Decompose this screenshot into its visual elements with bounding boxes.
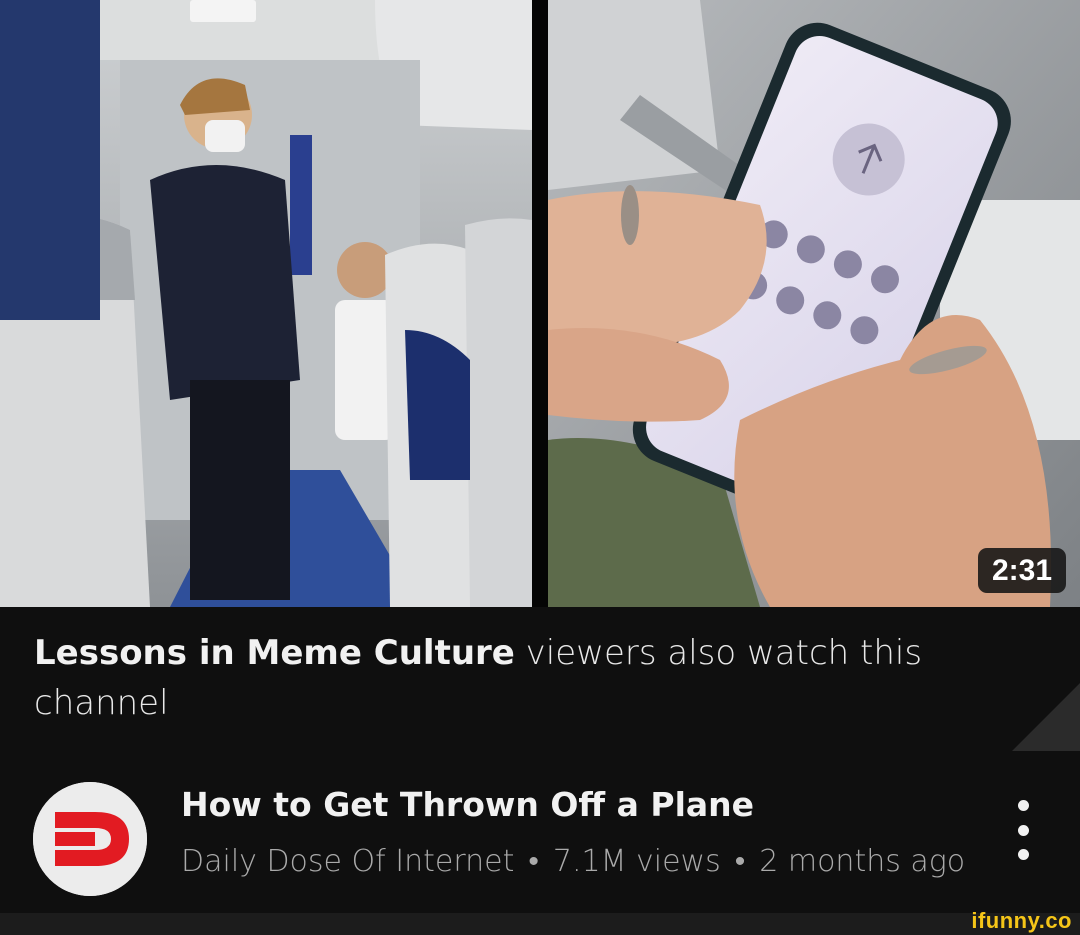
menu-dot (1017, 824, 1029, 836)
video-upload-age: 2 months ago (759, 844, 966, 879)
corner-fold-decoration (1012, 683, 1080, 751)
meta-separator: • (528, 844, 539, 879)
video-duration-badge: 2:31 (977, 548, 1066, 593)
menu-dot (1017, 800, 1029, 811)
video-view-count: 7.1M views (552, 844, 721, 879)
video-channel-name[interactable]: Daily Dose Of Internet (181, 844, 514, 879)
cabin-aisle-scene (0, 0, 532, 607)
meta-separator: • (734, 844, 746, 879)
recommended-channel-name[interactable]: Lessons in Meme Culture (34, 633, 515, 673)
watermark-bar: ifunny.co (0, 908, 1080, 935)
ifunny-watermark: ifunny.co (971, 908, 1072, 933)
video-metadata: Daily Dose Of Internet • 7.1M views • 2 mont… (181, 840, 981, 884)
phone-airdrop-scene (548, 0, 1080, 607)
video-title[interactable]: How to Get Thrown Off a Plane (181, 785, 754, 824)
thumbnail-image (0, 0, 1080, 607)
video-list-item[interactable]: How to Get Thrown Off a Plane Daily Dose… (0, 760, 1080, 935)
channel-avatar[interactable] (33, 782, 147, 896)
menu-dot (1017, 849, 1029, 860)
more-vert-icon[interactable] (1005, 794, 1041, 866)
daily-dose-logo-icon (33, 782, 147, 896)
recommendation-heading: Lessons in Meme Culture viewers also wat… (34, 628, 954, 728)
video-thumbnail[interactable]: 2:31 (0, 0, 1080, 607)
